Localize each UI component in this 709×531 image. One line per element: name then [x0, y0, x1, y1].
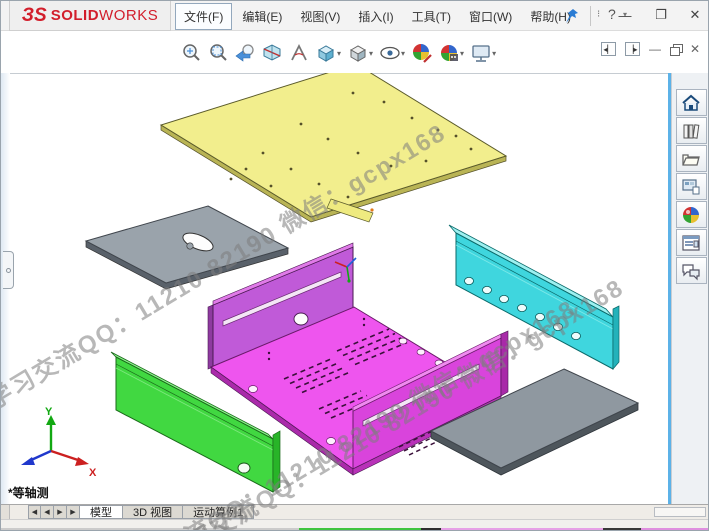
measure-icon[interactable] — [285, 40, 312, 66]
tabbar-track — [254, 505, 654, 519]
status-bar — [1, 519, 709, 528]
view-palette-button[interactable] — [676, 173, 707, 200]
menu-edit[interactable]: 编辑(E) — [234, 4, 290, 29]
solidworks-resources-button[interactable] — [676, 89, 707, 116]
tab-nav-first-button[interactable]: ◀ — [28, 505, 41, 519]
window-maximize-button[interactable]: ❐ — [651, 5, 671, 25]
tab-model[interactable]: 模型 — [80, 505, 123, 519]
tab-3d-views[interactable]: 3D 视图 — [123, 505, 183, 519]
hide-show-items-icon[interactable] — [376, 40, 403, 66]
appearances-ball-icon — [681, 205, 701, 225]
window-minimize-button[interactable]: — — [615, 5, 635, 25]
view-orientation-icon[interactable] — [312, 40, 339, 66]
design-library-button[interactable] — [676, 117, 707, 144]
tab-nav-next-button[interactable]: ▶ — [54, 505, 67, 519]
view-orientation-caret-icon[interactable]: ▾ — [337, 49, 341, 58]
tab-nav-buttons: ◀ ◀ ▶ ▶ — [28, 505, 80, 519]
solidworks-forum-button[interactable] — [676, 257, 707, 284]
appearances-scenes-button[interactable] — [676, 201, 707, 228]
forum-chat-icon — [681, 261, 701, 281]
home-icon — [681, 93, 701, 113]
view-settings-caret-icon[interactable]: ▾ — [492, 49, 496, 58]
document-window-controls: ◂▏ ▕▸ — ✕ — [601, 42, 700, 56]
zoom-to-fit-icon[interactable] — [177, 40, 204, 66]
pin-menu-icon[interactable] — [561, 5, 583, 27]
doc-minimize-button[interactable]: — — [649, 42, 661, 56]
heads-up-toolbar: ▾ ▾ ▾ ▾ ▾ ◂▏ ▕▸ — ✕ — [1, 32, 709, 73]
display-style-icon[interactable] — [344, 40, 371, 66]
collapse-pane-right-button[interactable]: ▕▸ — [625, 42, 640, 56]
view-orientation-label: *等轴测 — [8, 484, 49, 501]
doc-restore-icon[interactable] — [670, 44, 681, 54]
window-close-button[interactable]: ✕ — [685, 5, 705, 25]
apply-scene-icon[interactable] — [435, 40, 462, 66]
zoom-to-area-icon[interactable] — [204, 40, 231, 66]
solidworks-logo: ЗS SOLID WORKS — [9, 1, 171, 31]
logo-text-works: WORKS — [99, 7, 158, 24]
doc-close-button[interactable]: ✕ — [690, 42, 700, 56]
view-settings-icon[interactable] — [467, 40, 494, 66]
display-style-caret-icon[interactable]: ▾ — [369, 49, 373, 58]
graphics-area[interactable] — [1, 73, 668, 504]
tab-nav-prev-button[interactable]: ◀ — [41, 505, 54, 519]
task-pane — [671, 73, 709, 504]
view-palette-icon — [681, 177, 701, 197]
menu-window[interactable]: 窗口(W) — [461, 4, 520, 29]
collapse-pane-left-button[interactable]: ◂▏ — [601, 42, 616, 56]
custom-properties-icon — [681, 233, 701, 253]
file-explorer-button[interactable] — [676, 145, 707, 172]
menu-insert[interactable]: 插入(I) — [350, 4, 401, 29]
books-icon — [681, 121, 701, 141]
titlebar-separator — [590, 6, 591, 26]
menu-view[interactable]: 视图(V) — [292, 4, 348, 29]
menu-file[interactable]: 文件(F) — [175, 3, 232, 30]
section-view-icon[interactable] — [258, 40, 285, 66]
solidworks-window: ЗS SOLID WORKS 文件(F) 编辑(E) 视图(V) 插入(I) 工… — [0, 0, 709, 531]
folder-icon — [681, 149, 701, 169]
featuremanager-splitter-handle[interactable] — [3, 251, 14, 289]
edit-appearance-icon[interactable] — [408, 40, 435, 66]
search-toggle-icon[interactable]: ⁝ — [597, 9, 600, 20]
ds-logo-mark: ЗS — [22, 5, 47, 27]
tabbar-splitter[interactable] — [1, 505, 10, 519]
menu-bar: 文件(F) 编辑(E) 视图(V) 插入(I) 工具(T) 窗口(W) 帮助(H… — [175, 1, 581, 31]
tab-motion-study-1[interactable]: 运动算例1 — [183, 505, 254, 519]
title-bar: ЗS SOLID WORKS 文件(F) 编辑(E) 视图(V) 插入(I) 工… — [1, 1, 709, 31]
logo-text-solid: SOLID — [51, 7, 99, 24]
splitter-dot-icon — [6, 268, 11, 273]
menu-tools[interactable]: 工具(T) — [404, 4, 459, 29]
horizontal-scrollbar[interactable] — [654, 507, 706, 517]
previous-view-icon[interactable] — [231, 40, 258, 66]
motion-study-tab-bar: ◀ ◀ ▶ ▶ 模型 3D 视图 运动算例1 — [1, 504, 709, 519]
tab-nav-last-button[interactable]: ▶ — [67, 505, 80, 519]
apply-scene-caret-icon[interactable]: ▾ — [460, 49, 464, 58]
custom-properties-button[interactable] — [676, 229, 707, 256]
hide-show-caret-icon[interactable]: ▾ — [401, 49, 405, 58]
